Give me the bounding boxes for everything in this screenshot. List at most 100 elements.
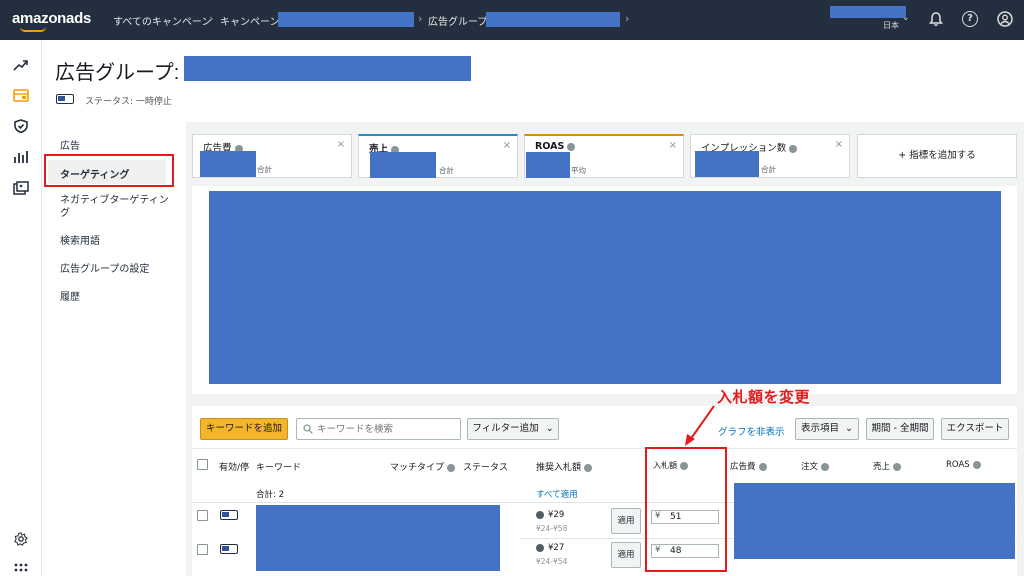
redacted-keywords xyxy=(256,505,500,571)
locale-label[interactable]: 日本 xyxy=(883,20,899,31)
bid-column-highlight-box xyxy=(645,447,727,572)
nav-item-ad-group-settings[interactable]: 広告グループの設定 xyxy=(60,263,180,276)
columns-button[interactable]: 表示項目 ⌄ xyxy=(795,418,859,440)
column-header-suggested-bid[interactable]: 推奨入札額 xyxy=(536,460,593,473)
breadcrumb-ad-group[interactable]: 広告グループ: xyxy=(428,13,491,28)
metric-card-spend[interactable]: 広告費 × 合計 xyxy=(192,134,352,178)
row-checkbox[interactable] xyxy=(197,510,208,521)
breadcrumb-separator-icon: › xyxy=(418,12,423,25)
add-metric-button[interactable]: + 指標を追加する xyxy=(857,134,1017,178)
apps-grid-icon[interactable] xyxy=(13,562,29,576)
column-header-status[interactable]: ステータス xyxy=(463,460,508,473)
bar-chart-icon[interactable] xyxy=(13,150,29,164)
chevron-down-icon[interactable]: ⌄ xyxy=(902,13,910,23)
breadcrumb-separator-icon: › xyxy=(209,12,214,25)
apply-button[interactable]: 適用 xyxy=(611,542,641,568)
info-icon xyxy=(536,510,544,519)
top-bar: amazonads すべてのキャンペーン › キャンペーン: › 広告グループ:… xyxy=(0,0,1024,40)
info-icon xyxy=(821,462,830,471)
add-keyword-button[interactable]: キーワードを追加 xyxy=(200,418,288,440)
targeting-highlight-box xyxy=(44,154,174,187)
page-title: 広告グループ: xyxy=(55,62,180,84)
breadcrumb-campaign[interactable]: キャンペーン: xyxy=(220,13,283,28)
redacted-account-name[interactable] xyxy=(830,6,906,18)
info-icon xyxy=(972,460,981,469)
select-all-checkbox[interactable] xyxy=(197,459,208,470)
hide-graph-link[interactable]: グラフを非表示 xyxy=(718,424,785,438)
period-button[interactable]: 期間 - 全期間 xyxy=(866,418,934,440)
nav-item-ads[interactable]: 広告 xyxy=(60,140,180,153)
close-icon[interactable]: × xyxy=(835,139,843,150)
info-icon xyxy=(567,142,576,151)
amazon-ads-logo[interactable]: amazonads xyxy=(12,10,91,27)
trending-up-icon[interactable] xyxy=(13,58,29,72)
shield-icon[interactable] xyxy=(13,119,29,133)
metric-card-impressions[interactable]: インプレッション数 × 合計 xyxy=(690,134,850,178)
keyword-search-box[interactable] xyxy=(296,418,461,440)
redacted-ad-group-title xyxy=(184,56,471,81)
breadcrumb-separator-icon: › xyxy=(625,12,630,25)
close-icon[interactable]: × xyxy=(669,140,677,151)
column-header-enabled[interactable]: 有効/停 xyxy=(219,460,249,473)
annotation-arrow-icon xyxy=(685,405,715,446)
redacted-metric-value xyxy=(695,151,759,177)
close-icon[interactable]: × xyxy=(503,140,511,151)
metric-aggregation: 平均 xyxy=(571,166,586,175)
close-icon[interactable]: × xyxy=(337,139,345,150)
performance-chart xyxy=(192,186,1017,394)
apply-button[interactable]: 適用 xyxy=(611,508,641,534)
column-header-orders[interactable]: 注文 xyxy=(801,460,830,472)
metric-card-roas[interactable]: ROAS × 平均 xyxy=(524,134,684,178)
search-icon xyxy=(303,424,313,434)
column-header-spend[interactable]: 広告費 xyxy=(730,460,767,472)
ad-group-subnav: 広告 ネガティブターゲティング 検索用語 広告グループの設定 履歴 xyxy=(44,122,184,576)
column-header-roas[interactable]: ROAS xyxy=(946,460,981,470)
annotation-label: 入札額を変更 xyxy=(717,388,811,406)
campaign-manager-icon[interactable] xyxy=(13,88,29,102)
info-icon xyxy=(893,462,902,471)
export-button[interactable]: エクスポート xyxy=(941,418,1009,440)
metric-card-sales[interactable]: 売上 × 合計 xyxy=(358,134,518,178)
columns-label: 表示項目 xyxy=(800,423,839,434)
metric-aggregation: 合計 xyxy=(439,166,454,175)
chevron-down-icon: ⌄ xyxy=(845,423,853,434)
nav-item-history[interactable]: 履歴 xyxy=(60,291,180,304)
apply-all-link[interactable]: すべて適用 xyxy=(536,488,578,500)
suggested-bid: ¥27 xyxy=(536,543,564,553)
nav-item-negative-targeting[interactable]: ネガティブターゲティング xyxy=(60,194,170,220)
nav-item-search-terms[interactable]: 検索用語 xyxy=(60,235,180,248)
help-icon[interactable]: ? xyxy=(962,11,978,27)
status-toggle[interactable] xyxy=(56,94,74,104)
row-enable-toggle[interactable] xyxy=(220,510,238,520)
redacted-chart xyxy=(209,191,1001,384)
chevron-down-icon: ⌄ xyxy=(545,423,554,434)
divider xyxy=(192,448,1017,449)
gear-icon[interactable] xyxy=(13,532,29,546)
column-header-match-type[interactable]: マッチタイプ xyxy=(390,460,456,473)
info-icon xyxy=(536,543,544,552)
metric-aggregation: 合計 xyxy=(761,165,776,174)
info-icon xyxy=(447,463,456,472)
redacted-campaign-name xyxy=(278,12,414,27)
redacted-metric-value xyxy=(370,152,436,178)
info-icon xyxy=(789,144,798,153)
info-icon xyxy=(758,462,767,471)
bell-icon[interactable] xyxy=(928,11,944,27)
suggested-bid-range: ¥24-¥54 xyxy=(536,557,568,566)
keyword-search-input[interactable] xyxy=(317,422,457,436)
status-label: ステータス: 一時停止 xyxy=(85,97,172,107)
row-checkbox[interactable] xyxy=(197,544,208,555)
column-header-keyword[interactable]: キーワード xyxy=(256,460,301,473)
column-header-sales[interactable]: 売上 xyxy=(873,460,902,472)
suggested-bid: ¥29 xyxy=(536,510,564,520)
media-library-icon[interactable] xyxy=(13,181,29,195)
row-enable-toggle[interactable] xyxy=(220,544,238,554)
add-filter-label: フィルター追加 xyxy=(472,423,539,434)
suggested-bid-range: ¥24-¥58 xyxy=(536,524,568,533)
user-account-icon[interactable] xyxy=(997,11,1013,27)
total-count: 合計: 2 xyxy=(256,490,284,500)
redacted-ad-group-name xyxy=(486,12,620,27)
breadcrumb-all-campaigns[interactable]: すべてのキャンペーン xyxy=(113,13,211,28)
add-filter-button[interactable]: フィルター追加 ⌄ xyxy=(467,418,559,440)
redacted-metric-value xyxy=(200,151,256,177)
